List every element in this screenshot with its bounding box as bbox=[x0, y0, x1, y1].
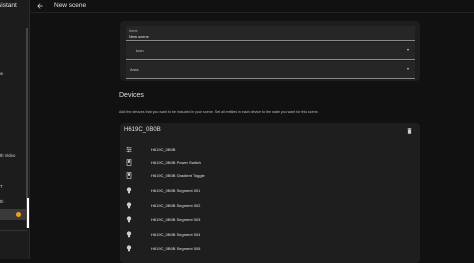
entity-label: H619C_0B0B Segment 004 bbox=[151, 232, 201, 237]
sidebar-active-indicator bbox=[27, 198, 29, 228]
scene-name-label: Name bbox=[129, 29, 138, 33]
scene-name-field[interactable]: Name New scene bbox=[126, 26, 415, 41]
entity-row[interactable]: H619C_0B0B Segment 001 bbox=[120, 184, 420, 197]
entity-label: H619C_0B0B Segment 002 bbox=[151, 203, 201, 208]
entity-label: H619C_0B0B Segment 001 bbox=[151, 188, 201, 193]
icon-picker[interactable]: Icon bbox=[126, 42, 415, 60]
sidebar-item-label[interactable]: th Video bbox=[0, 153, 15, 158]
bulb-icon bbox=[126, 216, 132, 223]
entity-row[interactable]: H619C_0B0B Segment 002 bbox=[120, 199, 420, 212]
entity-row[interactable]: H619C_0B0B Segment 005 bbox=[120, 242, 420, 255]
page-title: New scene bbox=[54, 2, 87, 9]
top-bar: New scene bbox=[30, 0, 474, 13]
bulb-icon bbox=[126, 245, 132, 252]
area-picker[interactable]: Area bbox=[126, 61, 415, 79]
device-name: H619C_0B0B bbox=[124, 127, 161, 133]
notification-badge bbox=[16, 212, 21, 217]
sidebar: sistant w th Video T th bbox=[0, 0, 30, 259]
devices-section-title: Devices bbox=[119, 92, 144, 99]
scene-settings-card: Name New scene Icon Area bbox=[120, 21, 420, 81]
delete-icon[interactable] bbox=[407, 128, 412, 134]
sidebar-item-label[interactable]: T bbox=[0, 184, 3, 189]
bulb-icon bbox=[126, 202, 132, 209]
bulb-icon bbox=[126, 187, 132, 194]
entity-row[interactable]: H619C_0B0B Segment 004 bbox=[120, 228, 420, 241]
entity-label: H619C_0B0B bbox=[151, 147, 176, 152]
icon-picker-label: Icon bbox=[136, 48, 144, 53]
app-title: sistant bbox=[0, 2, 17, 9]
back-arrow-icon[interactable] bbox=[36, 2, 44, 10]
switch-icon bbox=[126, 172, 132, 179]
tune-icon bbox=[126, 146, 132, 153]
entity-row[interactable]: H619C_0B0B Gradient Toggle bbox=[120, 169, 420, 182]
area-picker-label: Area bbox=[130, 67, 139, 72]
chevron-down-icon[interactable] bbox=[407, 49, 409, 51]
entity-label: H619C_0B0B Segment 005 bbox=[151, 246, 201, 251]
entity-label: H619C_0B0B Gradient Toggle bbox=[151, 173, 205, 178]
devices-section-description: Add the devices that you want to be incl… bbox=[119, 110, 319, 114]
chevron-down-icon[interactable] bbox=[407, 68, 409, 70]
entity-row[interactable]: H619C_0B0B bbox=[120, 143, 420, 156]
entity-label: H619C_0B0B Segment 003 bbox=[151, 217, 201, 222]
sidebar-divider bbox=[0, 230, 27, 231]
entity-row[interactable]: H619C_0B0B Segment 003 bbox=[120, 213, 420, 226]
entity-row[interactable]: H619C_0B0B Power Switch bbox=[120, 156, 420, 169]
bulb-icon bbox=[126, 231, 132, 238]
scene-name-value: New scene bbox=[129, 34, 149, 39]
sidebar-item-label[interactable]: th bbox=[0, 199, 4, 204]
entity-label: H619C_0B0B Power Switch bbox=[151, 160, 201, 165]
device-card: H619C_0B0B H619C_0B0B H619C_0B0B Power S… bbox=[120, 123, 420, 263]
switch-icon bbox=[126, 159, 132, 166]
sidebar-item-active[interactable] bbox=[0, 209, 26, 220]
sidebar-item-label[interactable]: w bbox=[0, 71, 3, 76]
